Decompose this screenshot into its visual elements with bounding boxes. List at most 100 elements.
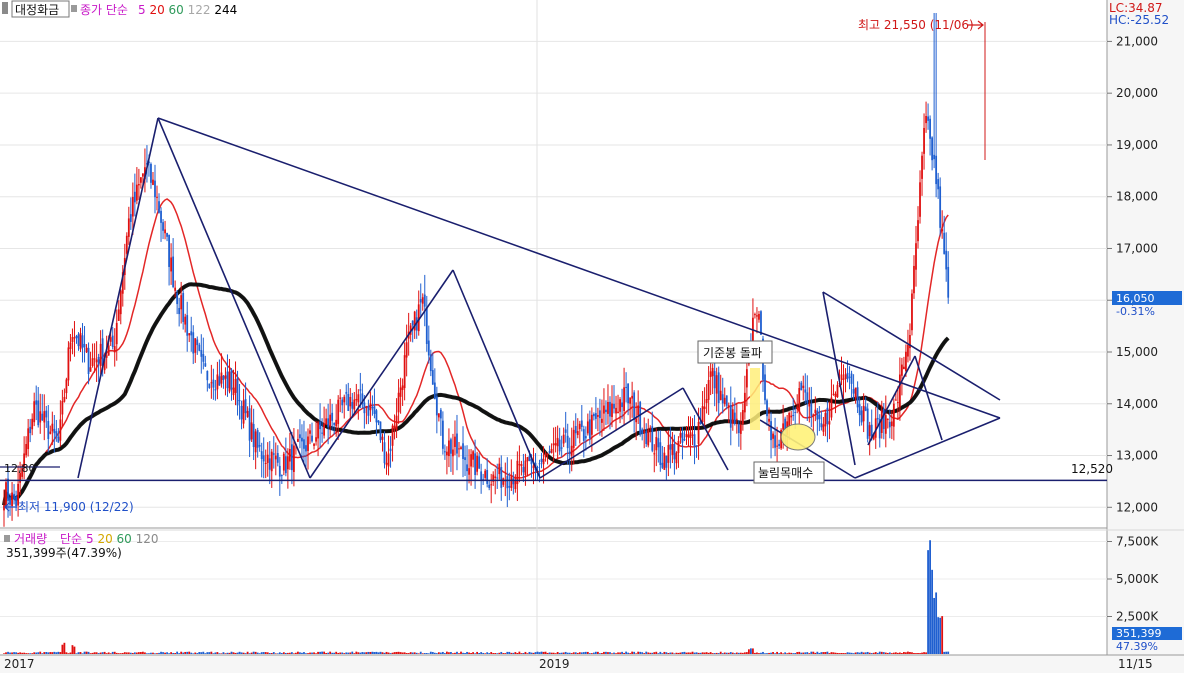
candle-body — [55, 431, 58, 438]
candle-body — [729, 405, 732, 428]
volume-bar — [168, 653, 170, 654]
candle-body — [286, 456, 289, 470]
volume-bar — [31, 653, 34, 654]
candle-body — [665, 455, 668, 468]
volume-bar — [510, 652, 513, 654]
volume-bar — [925, 652, 927, 654]
volume-bar — [617, 652, 619, 654]
candle-body — [486, 469, 489, 484]
candle-body — [268, 458, 271, 470]
volume-bar — [224, 653, 227, 654]
candle-body — [313, 443, 315, 446]
candle-body — [389, 448, 392, 452]
candle-body — [288, 448, 291, 462]
volume-bar — [892, 652, 895, 654]
menu-icon[interactable] — [2, 2, 8, 14]
candle-body — [552, 443, 555, 446]
volume-bar — [135, 652, 138, 654]
volume-bar — [597, 651, 599, 654]
volume-bar — [115, 652, 118, 654]
volume-bar — [707, 652, 710, 654]
volume-bar — [810, 651, 813, 654]
candle-body — [244, 399, 247, 414]
volume-bar — [278, 652, 281, 654]
candle-body — [685, 433, 688, 438]
candle-body — [309, 430, 311, 434]
volume-bar — [846, 652, 849, 654]
candle-body — [204, 363, 207, 367]
candle-body — [307, 436, 309, 451]
volume-legend-toggle-icon[interactable] — [4, 535, 10, 542]
volume-bar — [659, 651, 662, 654]
volume-bar — [97, 653, 100, 654]
candle-body — [403, 355, 406, 389]
candle-body — [695, 445, 698, 447]
candle-body — [834, 393, 837, 397]
candle-body — [63, 396, 66, 402]
volume-bar — [367, 651, 370, 654]
candle-body — [117, 309, 120, 321]
candle-body — [115, 322, 118, 345]
candle-body — [721, 394, 724, 404]
candle-body — [647, 429, 650, 446]
candle-body — [824, 413, 827, 427]
volume-bar — [256, 652, 259, 654]
candle-body — [661, 462, 664, 468]
candle-body — [450, 439, 452, 454]
candle-body — [357, 394, 360, 403]
volume-bar — [405, 653, 408, 654]
candle-body — [578, 423, 581, 430]
volume-bar — [605, 651, 607, 654]
volume-bar — [542, 651, 545, 654]
candle-body — [603, 405, 605, 414]
candle-body — [611, 403, 613, 418]
candle-body — [333, 422, 336, 425]
volume-bar — [23, 652, 26, 654]
candle-body — [554, 443, 557, 446]
volume-bar — [611, 653, 613, 654]
volume-bar — [794, 653, 797, 654]
candle-body — [214, 389, 217, 391]
stock-chart[interactable]: 12,00013,00014,00015,00016,00017,00018,0… — [0, 0, 1184, 673]
candle-body — [256, 430, 259, 448]
candle-body — [691, 434, 694, 436]
candle-body — [713, 371, 716, 389]
volume-bar — [208, 652, 211, 654]
volume-bar — [758, 653, 760, 654]
candle-body — [570, 445, 573, 456]
volume-bar — [196, 653, 199, 654]
candle-body — [814, 409, 817, 414]
volume-bar — [943, 651, 946, 654]
volume-bar — [387, 652, 390, 654]
legend-toggle-icon[interactable] — [71, 5, 77, 12]
volume-bar — [772, 652, 774, 654]
volume-bar — [645, 651, 648, 654]
candle-body — [804, 389, 807, 393]
candle-body — [892, 403, 895, 427]
volume-bar — [359, 652, 362, 654]
candle-body — [854, 387, 857, 399]
candle-body — [830, 397, 833, 418]
candle-body — [798, 388, 801, 413]
candle-body — [882, 408, 885, 429]
volume-ma-legend-item: 20 — [94, 532, 113, 546]
chart-svg[interactable]: 12,00013,00014,00015,00016,00017,00018,0… — [0, 0, 1184, 673]
volume-bar — [693, 652, 696, 654]
candle-body — [85, 347, 88, 353]
candle-body — [524, 460, 527, 476]
volume-bar — [339, 652, 342, 654]
candle-body — [921, 155, 923, 179]
volume-bar — [174, 653, 177, 654]
volume-bar — [492, 653, 495, 654]
volume-bar — [627, 652, 630, 654]
price-tag-value: 16,050 — [1116, 292, 1155, 305]
volume-bar — [760, 652, 762, 654]
candle-body — [395, 415, 398, 431]
volume-bar — [743, 652, 746, 654]
candle-body — [89, 367, 92, 372]
volume-bar — [739, 652, 742, 654]
volume-bar — [186, 651, 189, 654]
candle-body — [733, 412, 736, 424]
volume-bar — [429, 651, 432, 654]
candle-body — [206, 370, 209, 381]
